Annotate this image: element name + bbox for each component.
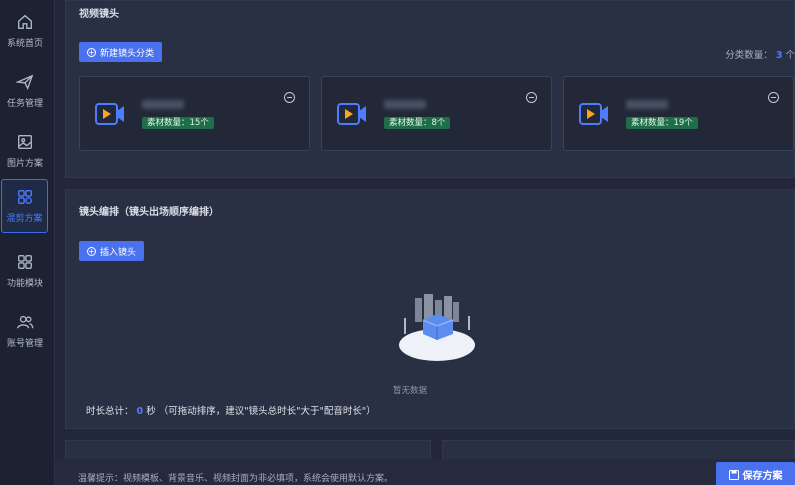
plus-circle-icon: + (87, 246, 96, 256)
empty-state-text: 暂无数据 (393, 386, 428, 396)
sidebar-item-label: 混剪方案 (6, 214, 43, 224)
sidebar-item-label: 任务管理 (6, 99, 43, 109)
material-count-badge: 素材数量：8个 (384, 117, 451, 129)
total-duration: 时长总计： 0 秒 （可拖动排序，建议"镜头总时长"大于"配音时长"） (86, 403, 376, 417)
image-icon (18, 135, 32, 149)
category-count-value: 3 (775, 50, 783, 61)
category-count-label: 分类数量： (725, 50, 773, 61)
sidebar-item-label: 图片方案 (6, 159, 43, 169)
sidebar-item-accounts[interactable]: 账号管理 (0, 305, 50, 359)
insert-shot-label: 插入镜头 (100, 247, 137, 258)
video-camera-icon (95, 103, 124, 125)
new-category-button[interactable]: + 新建镜头分类 (79, 42, 163, 62)
total-duration-unit: 秒 (146, 406, 156, 417)
shot-category-card[interactable]: 素材数量：15个 (79, 76, 310, 151)
sidebar-item-label: 账号管理 (6, 339, 43, 349)
users-icon (17, 315, 34, 329)
empty-box-illustration (399, 294, 475, 361)
total-duration-value: 0 (136, 406, 144, 417)
shot-arrange-title: 镜头编排（镜头出场顺序编排） (79, 207, 219, 218)
remove-circle-icon[interactable] (526, 92, 537, 103)
sidebar-item-modules[interactable]: 功能模块 (0, 245, 50, 299)
paper-plane-icon (16, 74, 34, 91)
sidebar-item-home[interactable]: 系统首页 (0, 5, 50, 59)
video-shots-title: 视频镜头 (79, 9, 119, 20)
sidebar-item-mix-plans[interactable]: 混剪方案 (1, 179, 48, 233)
save-plan-button[interactable]: 保存方案 (716, 462, 795, 485)
sidebar-item-image-plans[interactable]: 图片方案 (0, 125, 50, 179)
material-count-badge: 素材数量：15个 (142, 117, 214, 129)
sidebar: 系统首页 任务管理 图片方案 混剪方案 功能模块 账号管理 (0, 0, 55, 485)
sidebar-item-tasks[interactable]: 任务管理 (0, 65, 50, 119)
shot-category-name-blurred (142, 100, 184, 109)
insert-shot-button[interactable]: + 插入镜头 (79, 241, 145, 261)
shot-category-name-blurred (384, 100, 426, 109)
sidebar-item-label: 系统首页 (6, 39, 43, 49)
sidebar-item-label: 功能模块 (6, 279, 43, 289)
save-plan-label: 保存方案 (742, 471, 783, 482)
plus-circle-icon: + (87, 47, 96, 57)
home-icon (18, 14, 32, 29)
shot-category-card[interactable]: 素材数量：19个 (563, 76, 794, 151)
shot-category-card[interactable]: 素材数量：8个 (321, 76, 552, 151)
category-count-unit: 个 (785, 50, 795, 61)
category-count: 分类数量： 3 个 (725, 47, 795, 61)
video-camera-icon (337, 103, 366, 125)
shot-category-name-blurred (626, 100, 668, 109)
total-duration-label: 时长总计： (86, 406, 134, 417)
new-category-label: 新建镜头分类 (100, 48, 155, 59)
save-icon (728, 469, 739, 480)
remove-circle-icon[interactable] (284, 92, 295, 103)
video-camera-icon (579, 103, 608, 125)
remove-circle-icon[interactable] (768, 92, 779, 103)
grid-icon (17, 190, 32, 204)
modules-icon (18, 255, 32, 269)
footer-tip: 温馨提示：视频模板、背景音乐、视频封面为非必填项，系统会使用默认方案。 (78, 474, 394, 484)
total-duration-note: （可拖动排序，建议"镜头总时长"大于"配音时长"） (158, 406, 376, 417)
material-count-badge: 素材数量：19个 (626, 117, 698, 129)
